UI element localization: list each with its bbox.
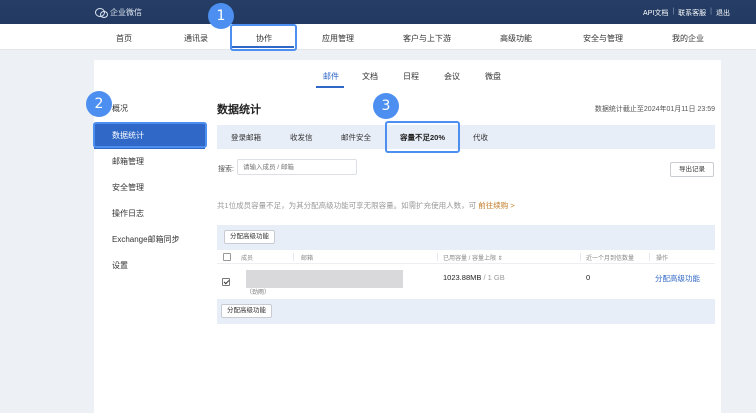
subtab-drive[interactable]: 微盘: [485, 71, 501, 82]
nav-home[interactable]: 首页: [116, 33, 132, 44]
col-divider: [293, 253, 294, 261]
callout-box-low-capacity: [385, 121, 460, 153]
capacity-value: 1023.88MB / 1 GB: [443, 273, 505, 282]
allocate-advanced-button[interactable]: 分配高级功能: [224, 230, 275, 244]
tab-collection[interactable]: 代收: [473, 132, 488, 143]
tab-mail-security[interactable]: 邮件安全: [341, 132, 371, 143]
used-capacity: 1023.88MB: [443, 273, 482, 282]
member-subtext: （劲雨）: [246, 290, 271, 296]
sidebar-item-exchange-sync[interactable]: Exchange邮箱同步: [94, 227, 205, 253]
nav-advanced-features[interactable]: 高级功能: [500, 33, 532, 44]
sidebar-item-security[interactable]: 安全管理: [94, 175, 205, 201]
brand-name: 企业微信: [110, 8, 142, 17]
capacity-limit: / 1 GB: [481, 273, 505, 282]
tab-login-mailbox[interactable]: 登录邮箱: [231, 132, 261, 143]
row-checkbox[interactable]: [222, 278, 230, 286]
table-header: 成员 邮箱 已用容量 / 容量上限 ⇕ 近一个月到信数量 操作: [217, 250, 715, 264]
col-monthly-mail: 近一个月到信数量: [586, 256, 635, 262]
export-button[interactable]: 导出记录: [670, 162, 714, 177]
nav-my-company[interactable]: 我的企业: [672, 33, 704, 44]
api-docs-link[interactable]: API文档: [643, 8, 668, 18]
brand-logo[interactable]: 企业微信: [95, 7, 142, 18]
logout-link[interactable]: 退出: [716, 8, 730, 18]
allocate-advanced-button-bottom[interactable]: 分配高级功能: [221, 304, 272, 318]
contact-support-link[interactable]: 联系客服: [678, 8, 706, 18]
select-all-checkbox[interactable]: [223, 253, 231, 261]
bulk-action-bar-bottom: 分配高级功能: [217, 299, 715, 324]
wecom-logo-icon: [95, 8, 108, 18]
nav-app-management[interactable]: 应用管理: [322, 33, 354, 44]
divider: |: [710, 8, 712, 15]
row-allocate-link[interactable]: 分配高级功能: [655, 273, 700, 284]
subtab-active-indicator: [316, 86, 344, 88]
page-title: 数据统计: [217, 104, 261, 116]
bulk-action-bar: 分配高级功能: [217, 225, 715, 250]
notice-text: 共1位成员容量不足，为其分配高级功能可享无限容量。如需扩充使用人数，可: [217, 201, 477, 210]
subtab-meetings[interactable]: 会议: [444, 71, 460, 82]
subtab-calendar[interactable]: 日程: [403, 71, 419, 82]
redacted-member-info: [246, 270, 403, 288]
sidebar-item-mailbox-management[interactable]: 邮箱管理: [94, 149, 205, 175]
callout-number-2: 2: [86, 91, 112, 117]
callout-number-1: 1: [208, 3, 234, 29]
top-links: API文档 | 联系客服 | 退出: [643, 8, 730, 18]
top-bar: 企业微信 API文档 | 联系客服 | 退出: [0, 0, 756, 24]
callout-box-collaboration: [230, 24, 297, 51]
collab-subtabs: 邮件 文档 日程 会议 微盘: [94, 66, 721, 86]
col-action: 操作: [656, 256, 669, 262]
divider: |: [672, 8, 675, 15]
nav-security-management[interactable]: 安全与管理: [583, 33, 623, 44]
tab-send-receive[interactable]: 收发信: [290, 132, 313, 143]
main-nav: 首页 通讯录 协作 应用管理 客户与上下游 高级功能 安全与管理 我的企业: [0, 24, 756, 50]
statistics-tabbar: 登录邮箱 收发信 邮件安全 容量不足20% 代收: [217, 125, 715, 149]
update-time: 数据统计截止至2024年01月11日 23:59: [594, 106, 715, 113]
monthly-mail-count: 0: [586, 273, 591, 282]
search-label: 搜索:: [218, 166, 234, 173]
col-divider: [437, 253, 438, 261]
subtab-docs[interactable]: 文档: [362, 71, 378, 82]
callout-number-3: 3: [373, 93, 399, 119]
col-divider: [580, 253, 581, 261]
nav-customers-partners[interactable]: 客户与上下游: [403, 33, 451, 44]
nav-contacts[interactable]: 通讯录: [184, 33, 208, 44]
sidebar-item-settings[interactable]: 设置: [94, 253, 205, 279]
col-member: 成员: [241, 256, 254, 262]
col-capacity[interactable]: 已用容量 / 容量上限 ⇕: [443, 253, 503, 262]
col-divider: [649, 253, 650, 261]
capacity-notice: 共1位成员容量不足，为其分配高级功能可享无限容量。如需扩充使用人数，可 前往续购…: [217, 200, 515, 211]
col-email: 邮箱: [301, 256, 314, 262]
subtab-mail[interactable]: 邮件: [323, 71, 339, 82]
renew-link[interactable]: 前往续购 >: [478, 201, 514, 210]
search-input[interactable]: [237, 159, 357, 175]
sidebar-item-operation-log[interactable]: 操作日志: [94, 201, 205, 227]
callout-box-statistics: [93, 122, 207, 148]
